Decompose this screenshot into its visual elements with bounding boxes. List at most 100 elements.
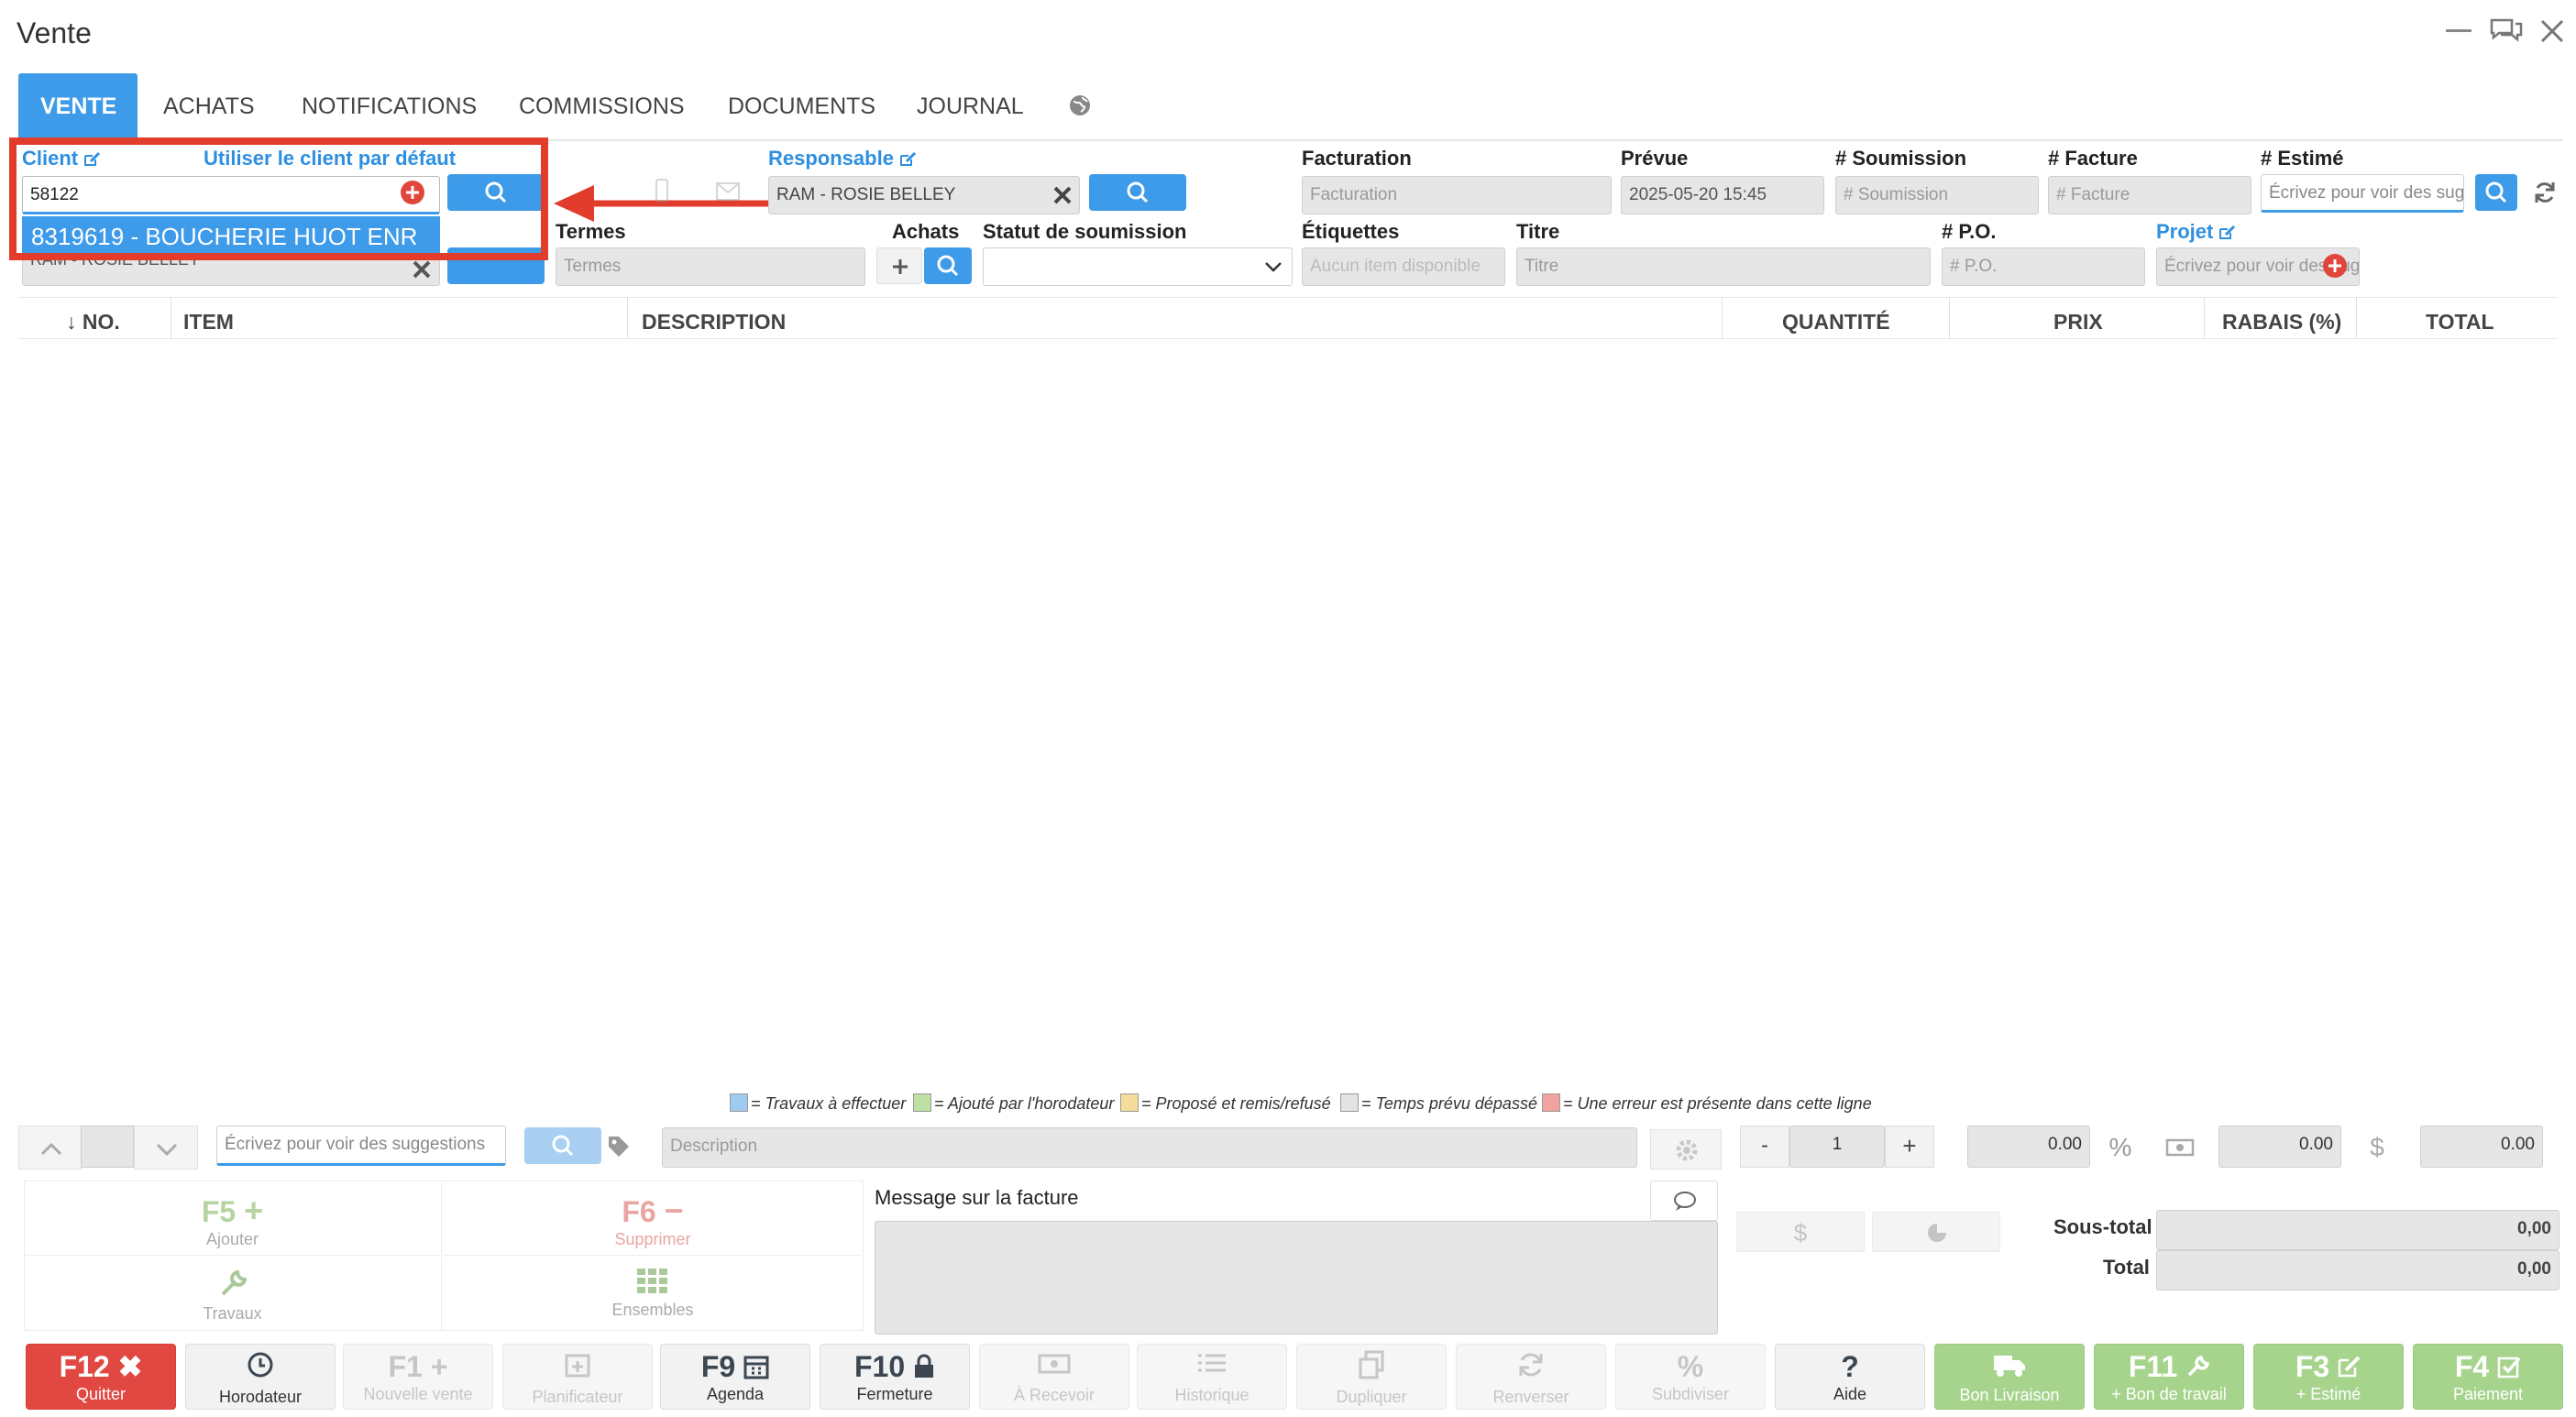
edit-icon <box>2338 1356 2361 1378</box>
add-achat-button[interactable] <box>876 247 922 284</box>
bon-livraison-button[interactable]: Bon Livraison <box>1934 1344 2085 1410</box>
col-prix[interactable]: PRIX <box>2053 310 2103 335</box>
planificateur-button[interactable]: Planificateur <box>502 1344 653 1410</box>
subdiviser-button[interactable]: % Subdiviser <box>1615 1344 1766 1410</box>
quantity-increment-button[interactable]: + <box>1885 1126 1934 1168</box>
facturation-field[interactable]: Facturation <box>1302 176 1612 214</box>
col-description[interactable]: DESCRIPTION <box>642 310 786 335</box>
titre-field[interactable]: Titre <box>1516 247 1931 286</box>
statut-select[interactable] <box>983 247 1293 286</box>
etiquettes-field[interactable]: Aucun item disponible <box>1302 247 1505 286</box>
refresh-icon <box>1519 1353 1543 1377</box>
responsable-search-button[interactable] <box>1089 174 1186 211</box>
phone-icon[interactable] <box>653 178 671 205</box>
delete-line-button[interactable]: F6 − Supprimer <box>444 1182 862 1256</box>
estime-search-button[interactable] <box>2475 174 2517 211</box>
description-input[interactable]: Description <box>662 1127 1637 1168</box>
col-item[interactable]: ITEM <box>183 310 234 335</box>
money-icon <box>1038 1354 1071 1374</box>
move-down-button[interactable] <box>134 1126 198 1170</box>
col-total[interactable]: TOTAL <box>2426 310 2494 335</box>
travaux-button[interactable]: Travaux <box>24 1258 442 1331</box>
aide-button[interactable]: ? Aide <box>1775 1344 1925 1410</box>
subtotal-label: Sous-total <box>2053 1215 2152 1238</box>
col-rabais[interactable]: RABAIS (%) <box>2222 310 2341 335</box>
col-sep <box>1722 297 1723 339</box>
col-no[interactable]: ↓ NO. <box>66 310 120 335</box>
line-number-field[interactable] <box>81 1126 134 1168</box>
legend-swatch <box>913 1093 931 1112</box>
paiement-button[interactable]: F4 Paiement <box>2413 1344 2563 1410</box>
legend-erreur: = Une erreur est présente dans cette lig… <box>1542 1093 1872 1114</box>
tab-journal[interactable]: JOURNAL <box>917 73 1024 139</box>
legend-propose: = Proposé et remis/refusé <box>1120 1093 1331 1114</box>
message-textarea[interactable] <box>875 1221 1718 1335</box>
comment-button[interactable] <box>1650 1181 1718 1221</box>
add-projet-icon[interactable] <box>2322 253 2348 279</box>
tab-notifications[interactable]: NOTIFICATIONS <box>302 73 477 139</box>
minimize-icon[interactable] <box>2446 29 2471 32</box>
clear-client-icon[interactable] <box>413 260 431 279</box>
responsable-label[interactable]: Responsable <box>768 147 918 170</box>
tag-icon[interactable] <box>605 1133 633 1160</box>
quantity-decrement-button[interactable]: - <box>1740 1126 1789 1168</box>
chat-icon[interactable] <box>2488 16 2525 44</box>
fermeture-button[interactable]: F10 Fermeture <box>820 1344 970 1410</box>
item-suggest-input[interactable]: Écrivez pour voir des suggestions <box>216 1126 506 1166</box>
col-quantite[interactable]: QUANTITÉ <box>1782 310 1890 335</box>
dupliquer-button[interactable]: Dupliquer <box>1296 1344 1447 1410</box>
agenda-button[interactable]: F9 Agenda <box>660 1344 810 1410</box>
money-icon[interactable] <box>2165 1137 2195 1159</box>
percent-icon[interactable]: % <box>2103 1129 2138 1166</box>
legend-temps: = Temps prévu dépassé <box>1340 1093 1537 1114</box>
historique-button[interactable]: Historique <box>1137 1344 1287 1410</box>
estime-button[interactable]: F3 + Estimé <box>2253 1344 2404 1410</box>
quit-button[interactable]: F12 ✖ Quitter <box>26 1344 176 1410</box>
pie-chart-button[interactable] <box>1872 1212 2000 1252</box>
achats-label: Achats <box>892 220 960 243</box>
achats-search-button[interactable] <box>924 247 972 284</box>
tab-documents[interactable]: DOCUMENTS <box>728 73 875 139</box>
email-icon[interactable] <box>715 181 741 202</box>
renverser-button[interactable]: Renverser <box>1456 1344 1606 1410</box>
lock-icon <box>915 1354 934 1378</box>
po-field[interactable]: # P.O. <box>1942 247 2145 286</box>
termes-field[interactable]: Termes <box>556 247 865 286</box>
annotation-highlight-box <box>9 137 548 260</box>
quantity-input[interactable]: 1 <box>1789 1126 1885 1168</box>
globe-icon[interactable] <box>1068 93 1092 117</box>
truck-icon <box>1994 1356 2025 1377</box>
col-sep <box>1949 297 1950 339</box>
a-recevoir-button[interactable]: À Recevoir <box>979 1344 1129 1410</box>
estime-field[interactable]: Écrivez pour voir des suggestions <box>2261 174 2464 213</box>
discount-input[interactable]: 0.00 <box>2218 1126 2341 1168</box>
move-up-button[interactable] <box>18 1126 83 1170</box>
estime-label: # Estimé <box>2261 147 2344 170</box>
prevue-field[interactable]: 2025-05-20 15:45 <box>1621 176 1824 214</box>
refresh-icon[interactable] <box>2532 180 2558 205</box>
tab-commissions[interactable]: COMMISSIONS <box>519 73 685 139</box>
termes-label: Termes <box>556 220 626 243</box>
dollar-icon[interactable]: $ <box>2363 1129 2391 1166</box>
add-line-button[interactable]: F5 + Ajouter <box>24 1182 442 1256</box>
item-search-button[interactable] <box>524 1127 601 1164</box>
new-sale-button[interactable]: F1 + Nouvelle vente <box>343 1344 493 1410</box>
bon-de-travail-button[interactable]: F11 + Bon de travail <box>2094 1344 2244 1410</box>
soumission-field[interactable]: # Soumission <box>1835 176 2039 214</box>
price-input[interactable]: 0.00 <box>1967 1126 2090 1168</box>
facture-label: # Facture <box>2048 147 2138 170</box>
projet-label[interactable]: Projet <box>2156 220 2237 244</box>
prevue-label: Prévue <box>1621 147 1689 170</box>
clock-icon <box>248 1352 273 1378</box>
currency-button[interactable]: $ <box>1736 1212 1865 1252</box>
clear-responsable-icon[interactable] <box>1052 185 1073 205</box>
tab-achats[interactable]: ACHATS <box>163 73 255 139</box>
subtotal-value: 0,00 <box>2156 1210 2559 1250</box>
responsable-field[interactable]: RAM - ROSIE BELLEY <box>768 176 1080 214</box>
ensembles-button[interactable]: Ensembles <box>444 1258 862 1331</box>
line-total-input[interactable]: 0.00 <box>2420 1126 2543 1168</box>
settings-gear-icon[interactable] <box>1650 1129 1722 1170</box>
close-icon[interactable] <box>2539 18 2565 44</box>
horodateur-button[interactable]: Horodateur <box>185 1344 336 1410</box>
facture-field[interactable]: # Facture <box>2048 176 2251 214</box>
